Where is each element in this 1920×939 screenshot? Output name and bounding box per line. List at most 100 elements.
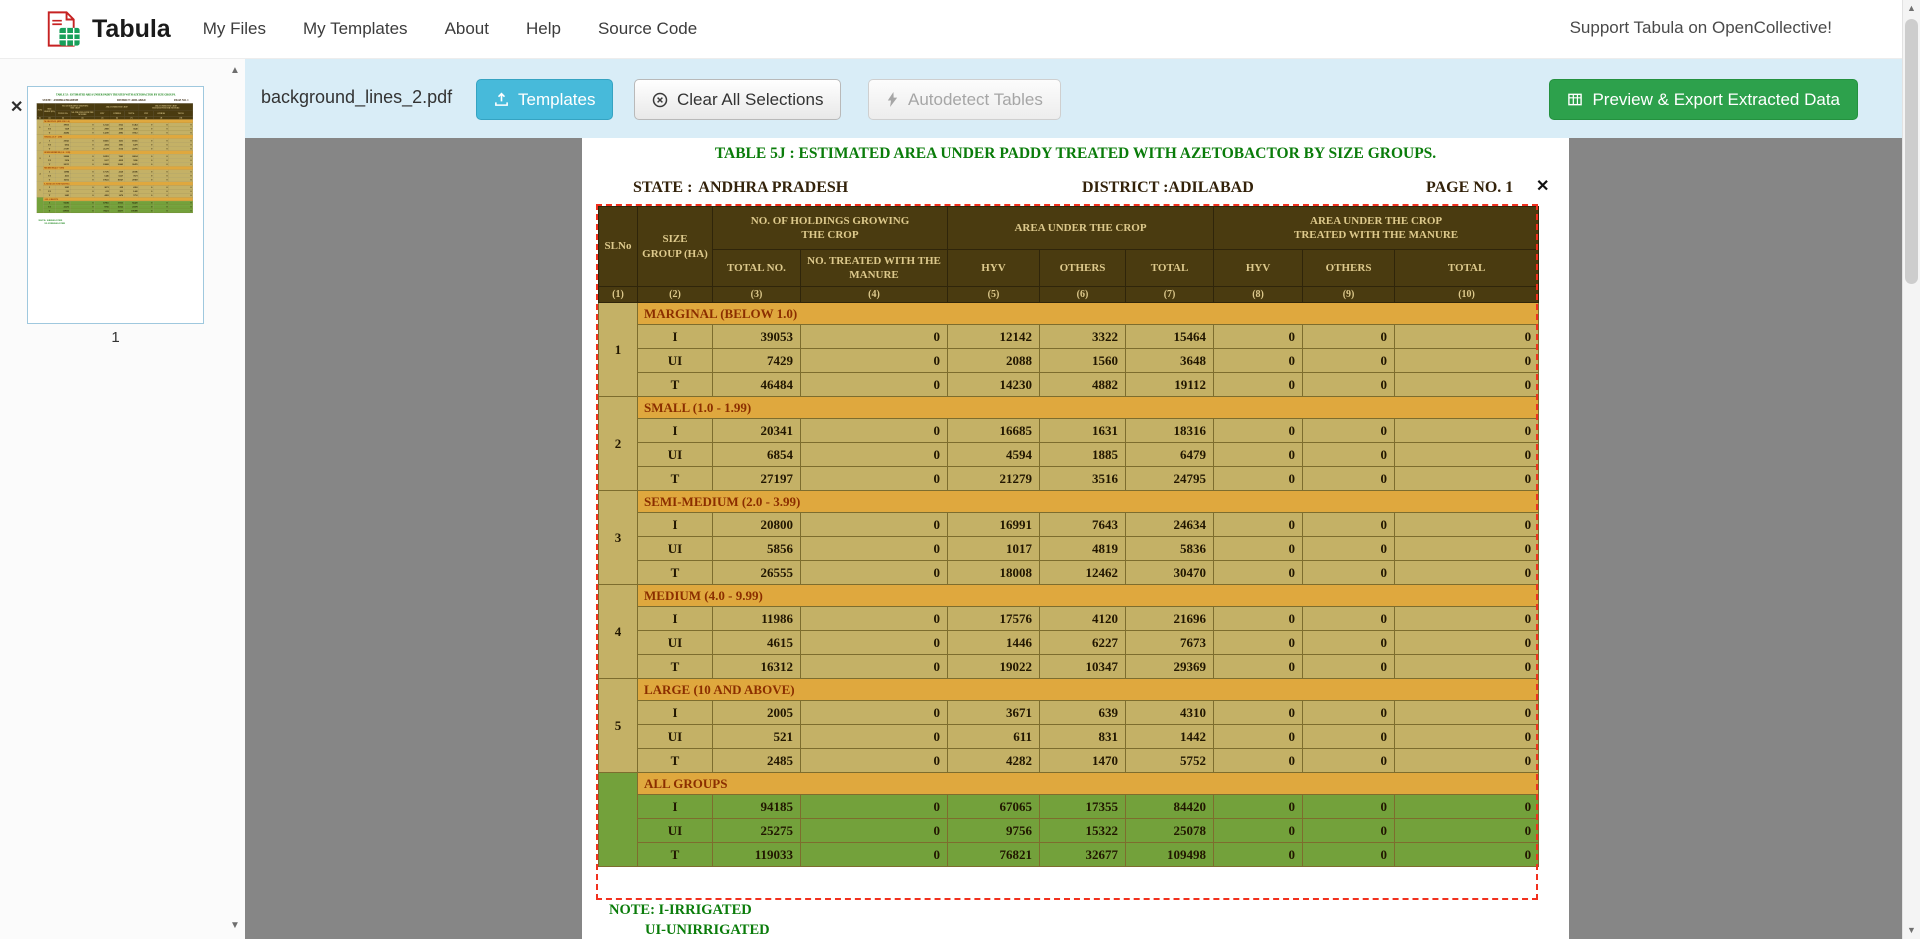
value-cell: 32677: [1040, 843, 1126, 867]
value-cell: 0: [801, 561, 948, 585]
value-cell: 0: [1214, 655, 1303, 679]
autodetect-button-label: Autodetect Tables: [908, 90, 1043, 110]
row-label-cell: T: [638, 843, 713, 867]
col-number: (8): [1214, 287, 1303, 303]
value-cell: 17355: [1040, 795, 1126, 819]
table-data-row: I941850670651735584420000: [599, 795, 1539, 819]
preview-export-button[interactable]: Preview & Export Extracted Data: [1549, 79, 1858, 120]
preview-area[interactable]: TABLE 5J : ESTIMATED AREA UNDER PADDY TR…: [245, 138, 1902, 939]
col-header-size-group: SIZE GROUP (HA): [638, 207, 713, 287]
table-data-row: T24850428214705752000: [599, 749, 1539, 773]
slno-cell: 3: [599, 491, 638, 585]
value-cell: 1017: [948, 537, 1040, 561]
autodetect-tables-button[interactable]: Autodetect Tables: [868, 79, 1061, 120]
row-label-cell: T: [638, 561, 713, 585]
nav-item-about[interactable]: About: [445, 19, 489, 39]
nav-item-help[interactable]: Help: [526, 19, 561, 39]
value-cell: 0: [1395, 349, 1539, 373]
value-cell: 5856: [713, 537, 801, 561]
value-cell: 6227: [1040, 631, 1126, 655]
value-cell: 20800: [713, 513, 801, 537]
value-cell: 17576: [948, 607, 1040, 631]
group-band-cell: SMALL (1.0 - 1.99): [638, 397, 1539, 419]
table-data-row: I20800016991764324634000: [599, 513, 1539, 537]
clear-all-selections-button[interactable]: Clear All Selections: [634, 79, 841, 120]
scroll-down-icon[interactable]: ▼: [1903, 922, 1920, 939]
row-label-cell: I: [638, 325, 713, 349]
value-cell: 0: [1395, 607, 1539, 631]
nav-item-source-code[interactable]: Source Code: [598, 19, 697, 39]
remove-page-button[interactable]: ✕: [10, 97, 23, 117]
value-cell: 0: [1214, 561, 1303, 585]
table-data-row: UI25275097561532225078000: [599, 819, 1539, 843]
value-cell: 16312: [713, 655, 801, 679]
group-band-cell: MARGINAL (BELOW 1.0): [638, 303, 1539, 325]
value-cell: 3516: [1040, 467, 1126, 491]
value-cell: 0: [1214, 537, 1303, 561]
pdf-page[interactable]: TABLE 5J : ESTIMATED AREA UNDER PADDY TR…: [582, 138, 1569, 939]
export-table-icon: [1567, 92, 1583, 107]
table-wrap: SLNo SIZE GROUP (HA) NO. OF HOLDINGS GRO…: [598, 206, 1539, 867]
value-cell: 0: [1395, 537, 1539, 561]
value-cell: 0: [801, 443, 948, 467]
col-number: (3): [713, 287, 801, 303]
scrollbar-thumb[interactable]: [1905, 19, 1918, 284]
support-link[interactable]: Support Tabula on OpenCollective!: [1570, 18, 1832, 38]
value-cell: 0: [1303, 443, 1395, 467]
value-cell: 0: [1303, 349, 1395, 373]
value-cell: 6479: [1126, 443, 1214, 467]
value-cell: 84420: [1126, 795, 1214, 819]
page-thumbnail[interactable]: TABLE 5J : ESTIMATED AREA UNDER PADDY TR…: [27, 86, 204, 324]
value-cell: 0: [1303, 419, 1395, 443]
value-cell: 0: [1303, 795, 1395, 819]
value-cell: 0: [801, 725, 948, 749]
row-label-cell: I: [638, 795, 713, 819]
col-number: (10): [1395, 287, 1539, 303]
sidebar-scroll-down-icon[interactable]: ▼: [228, 920, 242, 931]
value-cell: 21279: [948, 467, 1040, 491]
value-cell: 0: [1214, 325, 1303, 349]
value-cell: 29369: [1126, 655, 1214, 679]
value-cell: 0: [1395, 701, 1539, 725]
row-label-cell: UI: [638, 819, 713, 843]
templates-button[interactable]: Templates: [476, 79, 613, 120]
row-label-cell: T: [638, 749, 713, 773]
value-cell: 7673: [1126, 631, 1214, 655]
vertical-scrollbar[interactable]: ▲ ▼: [1902, 0, 1920, 939]
value-cell: 0: [1395, 561, 1539, 585]
autodetect-icon: [886, 92, 899, 107]
value-cell: 5836: [1126, 537, 1214, 561]
page-thumbnail-number: 1: [27, 329, 204, 346]
col-number: (6): [1040, 287, 1126, 303]
value-cell: 0: [801, 349, 948, 373]
nav-item-my-files[interactable]: My Files: [203, 19, 266, 39]
slno-cell: [599, 773, 638, 867]
value-cell: 18316: [1126, 419, 1214, 443]
value-cell: 639: [1040, 701, 1126, 725]
value-cell: 0: [1214, 819, 1303, 843]
scroll-up-icon[interactable]: ▲: [1903, 0, 1920, 17]
table-data-row: UI58560101748195836000: [599, 537, 1539, 561]
value-cell: 67065: [948, 795, 1040, 819]
current-filename: background_lines_2.pdf: [261, 87, 452, 108]
value-cell: 0: [1303, 325, 1395, 349]
value-cell: 0: [801, 819, 948, 843]
value-cell: 0: [1395, 325, 1539, 349]
value-cell: 0: [1395, 795, 1539, 819]
value-cell: 11986: [713, 607, 801, 631]
subheader-hyv: HYV: [948, 250, 1040, 287]
value-cell: 12142: [948, 325, 1040, 349]
subheader-total-treated: TOTAL: [1395, 250, 1539, 287]
value-cell: 4282: [948, 749, 1040, 773]
value-cell: 46484: [713, 373, 801, 397]
nav-item-my-templates[interactable]: My Templates: [303, 19, 408, 39]
selection-close-button[interactable]: ✕: [1536, 176, 1549, 196]
col-header-treated: AREA UNDER THE CROP TREATED WITH THE MAN…: [1214, 207, 1539, 250]
sidebar-scroll-up-icon[interactable]: ▲: [228, 65, 242, 76]
value-cell: 0: [1214, 607, 1303, 631]
table-data-row: T163120190221034729369000: [599, 655, 1539, 679]
slno-cell: 5: [599, 679, 638, 773]
value-cell: 109498: [1126, 843, 1214, 867]
value-cell: 0: [1395, 843, 1539, 867]
value-cell: 0: [801, 843, 948, 867]
